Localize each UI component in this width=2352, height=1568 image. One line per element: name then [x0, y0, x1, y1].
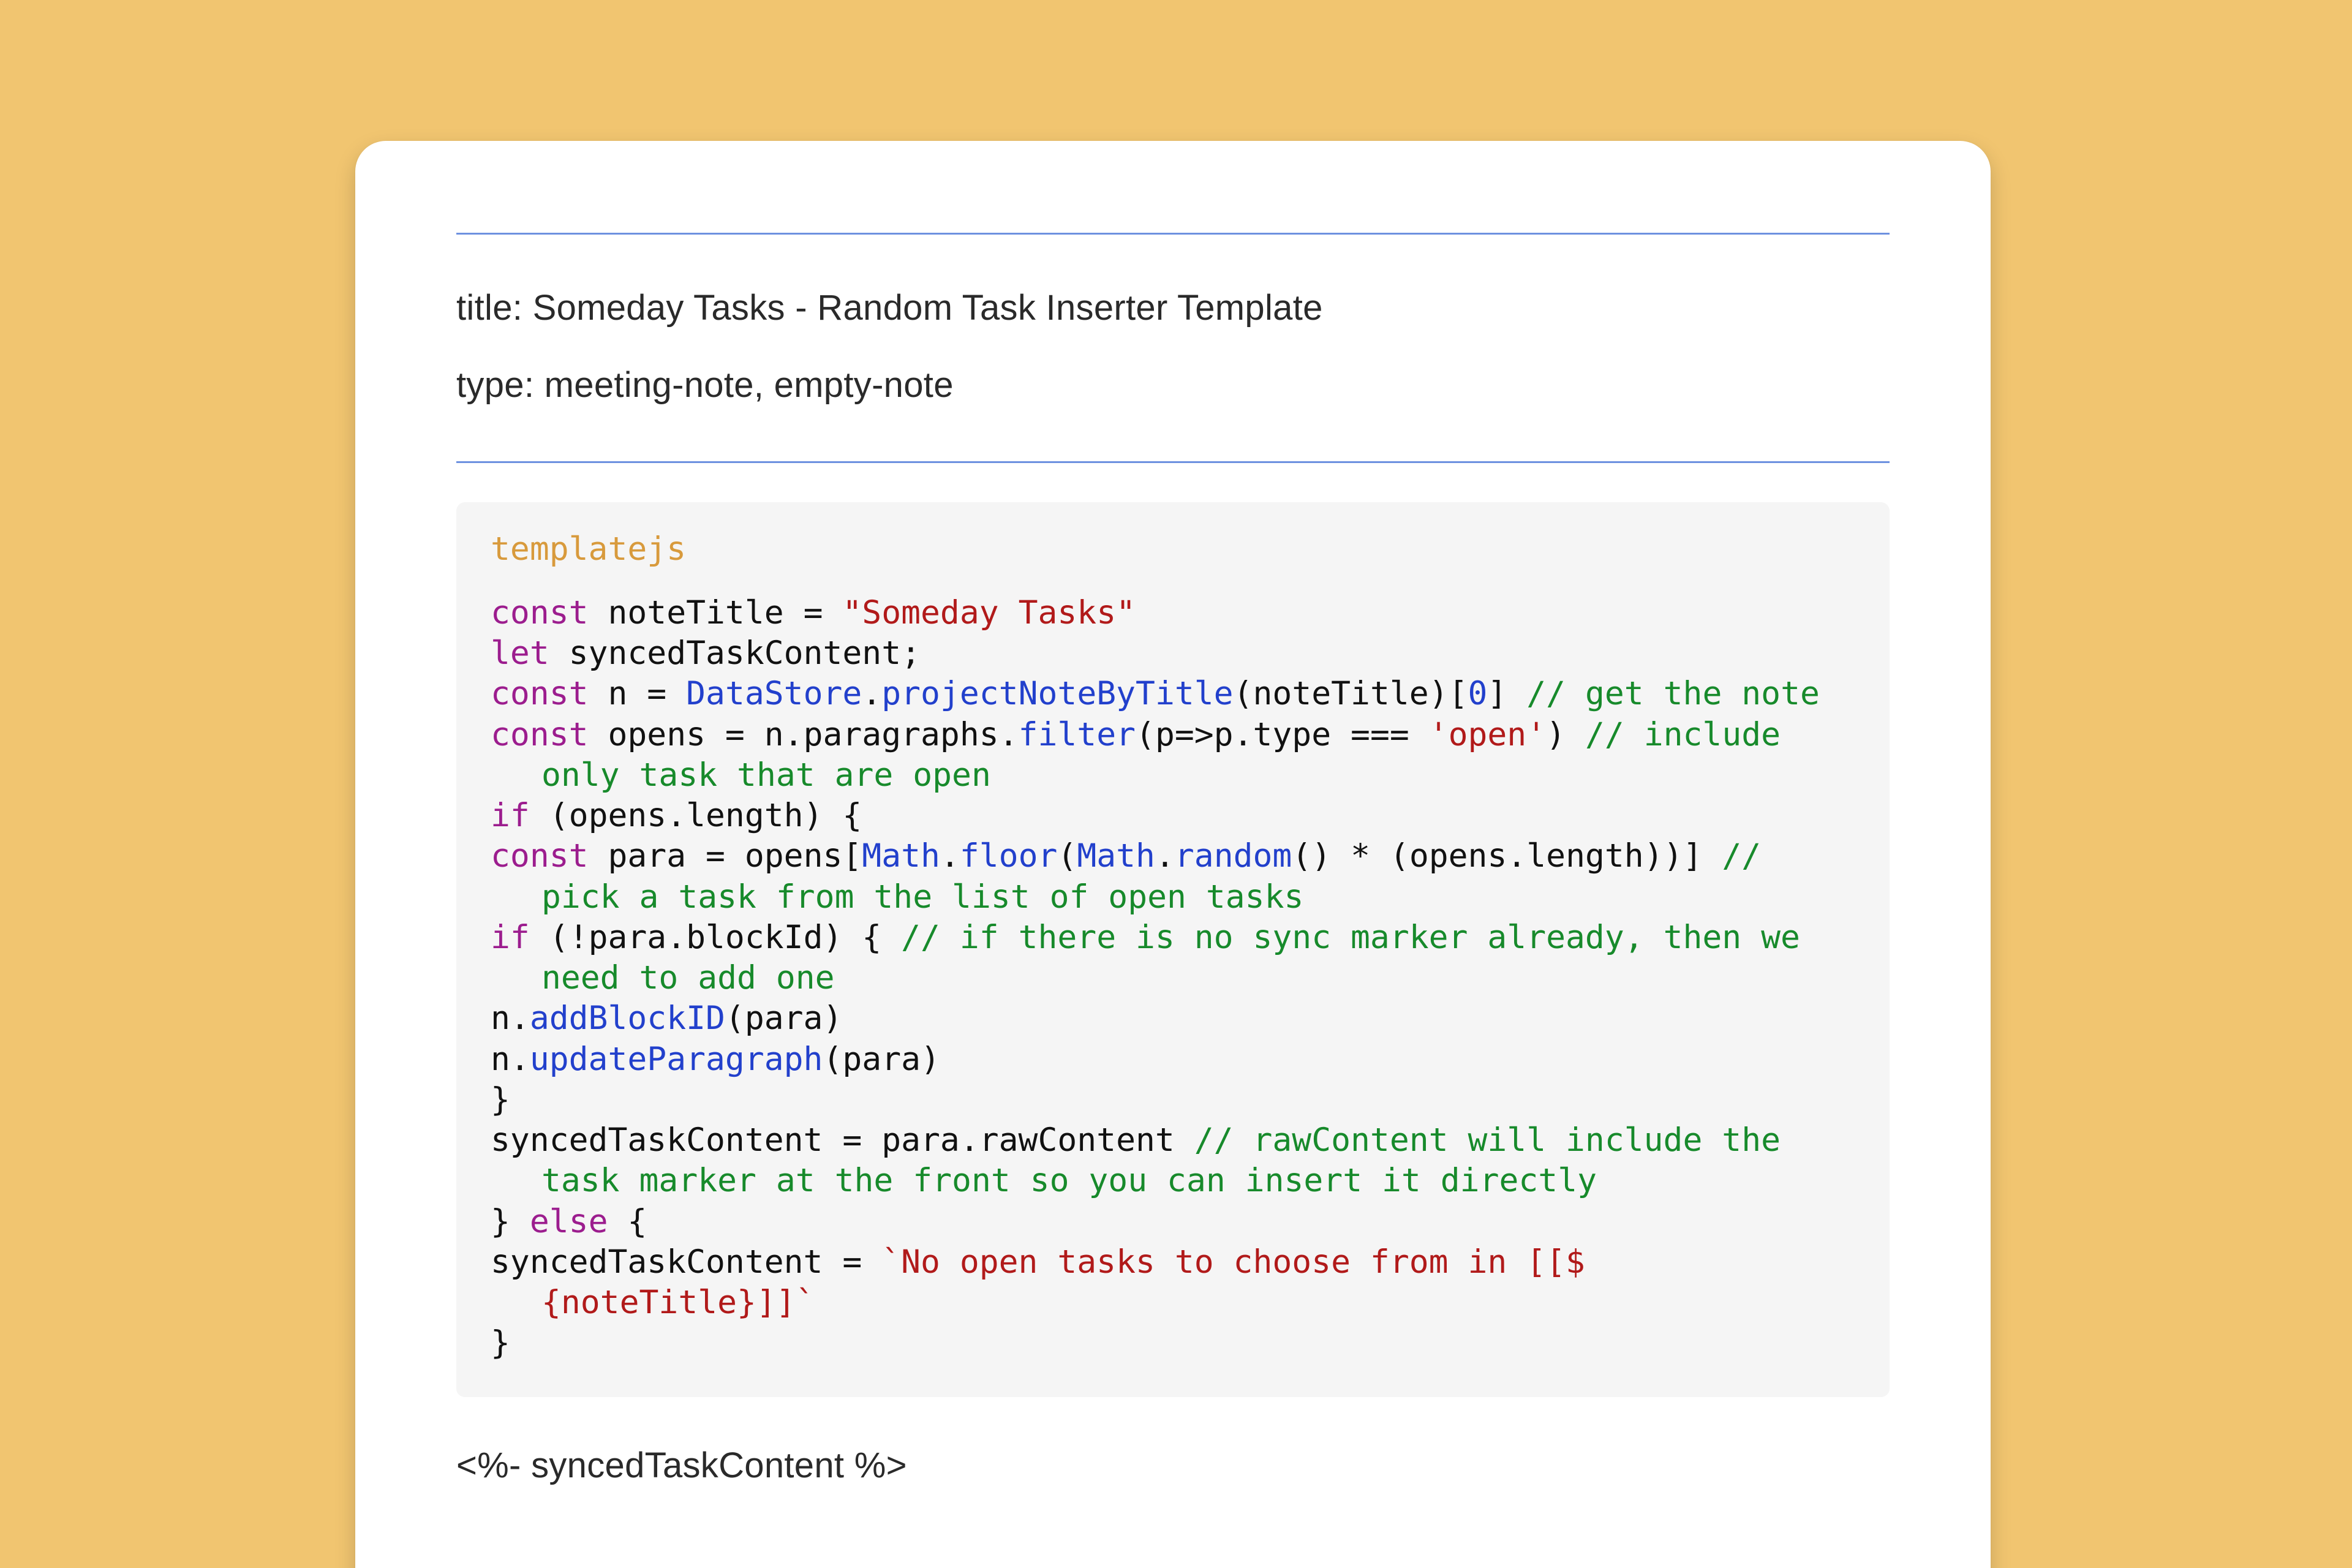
code-line-continuation: only task that are open	[491, 755, 1855, 796]
code-line-continuation: task marker at the front so you can inse…	[491, 1161, 1855, 1201]
code-line: n.updateParagraph(para)	[491, 1039, 1855, 1080]
code-line: syncedTaskContent = `No open tasks to ch…	[491, 1242, 1855, 1283]
code-language-label: templatejs	[491, 529, 1855, 570]
code-line: } else {	[491, 1202, 1855, 1242]
code-line: if (!para.blockId) { // if there is no s…	[491, 918, 1855, 958]
code-line-continuation: {noteTitle}]]`	[491, 1283, 1855, 1323]
code-line-continuation: pick a task from the list of open tasks	[491, 877, 1855, 918]
stage: title: Someday Tasks - Random Task Inser…	[0, 0, 2352, 1568]
code-line: const para = opens[Math.floor(Math.rando…	[491, 836, 1855, 876]
code-line: syncedTaskContent = para.rawContent // r…	[491, 1120, 1855, 1161]
frontmatter-type: type: meeting-note, empty-note	[456, 366, 1890, 405]
code-line: const noteTitle = "Someday Tasks"	[491, 593, 1855, 633]
divider-bottom	[456, 461, 1890, 463]
document-card: title: Someday Tasks - Random Task Inser…	[355, 141, 1991, 1568]
code-line: }	[491, 1323, 1855, 1363]
code-line: if (opens.length) {	[491, 796, 1855, 836]
frontmatter-title: title: Someday Tasks - Random Task Inser…	[456, 288, 1890, 328]
frontmatter: title: Someday Tasks - Random Task Inser…	[456, 235, 1890, 461]
code-line: }	[491, 1080, 1855, 1120]
code-line: let syncedTaskContent;	[491, 633, 1855, 674]
code-line: const opens = n.paragraphs.filter(p=>p.t…	[491, 715, 1855, 755]
template-output-line: <%- syncedTaskContent %>	[456, 1445, 1890, 1486]
code-line: const n = DataStore.projectNoteByTitle(n…	[491, 674, 1855, 714]
document-body: title: Someday Tasks - Random Task Inser…	[355, 141, 1991, 1486]
code-line-continuation: need to add one	[491, 958, 1855, 998]
code-line: n.addBlockID(para)	[491, 998, 1855, 1039]
code-block: templatejs const noteTitle = "Someday Ta…	[456, 502, 1890, 1397]
